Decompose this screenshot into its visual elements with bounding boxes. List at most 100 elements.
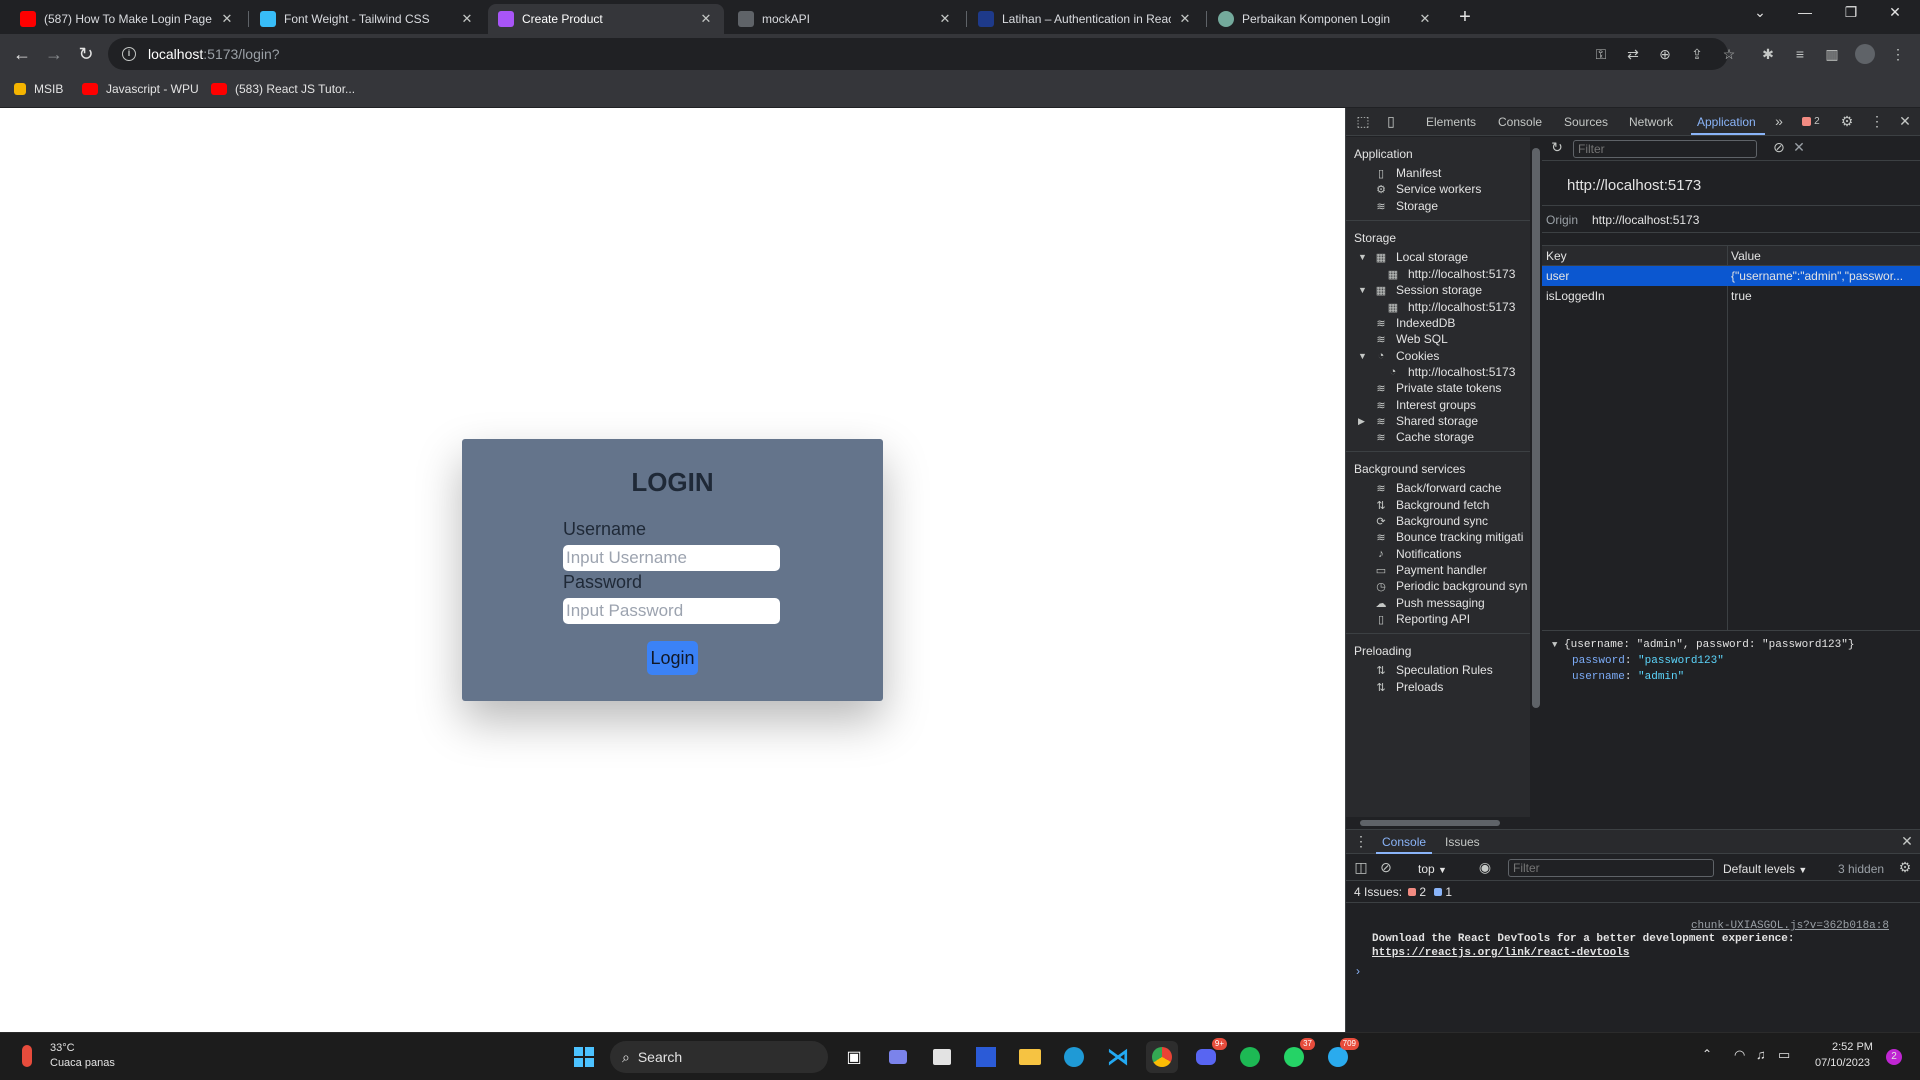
clock-time[interactable]: 2:52 PM	[1832, 1041, 1873, 1053]
close-devtools-icon[interactable]: ✕	[1896, 113, 1914, 130]
sidebar-item-websql[interactable]: ≋ Web SQL	[1374, 332, 1447, 346]
tab-console[interactable]: Console	[1498, 115, 1542, 129]
sidebar-item-session-storage-origin[interactable]: ▦ http://localhost:5173	[1386, 300, 1516, 314]
telegram-icon[interactable]: 709	[1322, 1038, 1359, 1073]
table-row[interactable]: isLoggedIn true	[1542, 286, 1920, 306]
weather-temp[interactable]: 33°C	[50, 1042, 75, 1054]
expand-arrow-icon[interactable]: ▼	[1358, 351, 1367, 361]
sidebar-item-storage[interactable]: ≋ Storage	[1374, 199, 1438, 213]
volume-icon[interactable]: ♫	[1756, 1047, 1766, 1062]
media-icon[interactable]: ≡	[1790, 44, 1810, 64]
sidebar-item-background-fetch[interactable]: ⇅ Background fetch	[1374, 498, 1489, 512]
column-header-value[interactable]: Value	[1731, 249, 1761, 263]
tab-perbaikan[interactable]: Perbaikan Komponen Login ✕	[1208, 4, 1443, 34]
tab-youtube-login[interactable]: (587) How To Make Login Page ✕	[10, 4, 245, 34]
sidebar-item-interest-groups[interactable]: ≋ Interest groups	[1374, 398, 1476, 412]
sidebar-item-push-messaging[interactable]: ☁ Push messaging	[1374, 596, 1485, 610]
collapsed-arrow-icon[interactable]: ▶	[1358, 416, 1365, 427]
tab-search-icon[interactable]: ⌄	[1745, 4, 1775, 21]
extensions-icon[interactable]: ✱	[1758, 44, 1778, 64]
avatar[interactable]	[1855, 44, 1875, 64]
settings-gear-icon[interactable]: ⚙	[1838, 113, 1856, 130]
sidebar-item-local-storage[interactable]: ▼ ▦ Local storage	[1358, 250, 1468, 264]
sidebar-item-preloads[interactable]: ⇅ Preloads	[1374, 680, 1443, 694]
issues-bar[interactable]: 4 Issues: 2 1	[1346, 881, 1920, 903]
notification-count[interactable]: 2	[1886, 1049, 1902, 1065]
close-icon[interactable]: ✕	[1417, 11, 1433, 27]
teams-icon[interactable]	[882, 1041, 914, 1073]
console-settings-icon[interactable]: ⚙	[1896, 859, 1914, 876]
preview-object[interactable]: ▼ {username: "admin", password: "passwor…	[1552, 639, 1854, 651]
whatsapp-icon[interactable]: 37	[1278, 1038, 1315, 1073]
console-prompt-icon[interactable]: ›	[1356, 964, 1360, 978]
sidebar-item-service-workers[interactable]: ⚙ Service workers	[1374, 182, 1481, 196]
sidebar-item-notifications[interactable]: ♪ Notifications	[1374, 547, 1461, 561]
reload-icon[interactable]: ↻	[74, 42, 98, 66]
spotify-icon[interactable]	[1234, 1041, 1266, 1073]
drawer-tab-issues[interactable]: Issues	[1445, 835, 1480, 849]
expand-arrow-icon[interactable]: ▼	[1552, 640, 1557, 650]
error-badge[interactable]: 2	[1798, 116, 1824, 127]
sidebar-horizontal-thumb[interactable]	[1360, 820, 1500, 826]
store-icon[interactable]	[926, 1041, 958, 1073]
tab-elements[interactable]: Elements	[1426, 115, 1476, 129]
sidebar-item-manifest[interactable]: ▯ Manifest	[1374, 166, 1441, 180]
react-devtools-link[interactable]: https://reactjs.org/link/react-devtools	[1372, 947, 1629, 959]
close-drawer-icon[interactable]: ✕	[1898, 833, 1916, 850]
taskbar-search[interactable]: ⌕ Search	[610, 1041, 828, 1073]
share-icon[interactable]: ⇪	[1687, 44, 1707, 64]
close-icon[interactable]: ✕	[1177, 11, 1193, 27]
sidebar-item-back-forward-cache[interactable]: ≋ Back/forward cache	[1374, 481, 1501, 495]
more-tabs-icon[interactable]: »	[1770, 113, 1788, 129]
console-filter-input[interactable]	[1508, 859, 1714, 877]
log-levels-dropdown[interactable]: Default levels ▼	[1723, 862, 1807, 876]
password-input[interactable]	[563, 598, 780, 624]
expand-arrow-icon[interactable]: ▼	[1358, 285, 1367, 295]
clear-console-icon[interactable]: ⊘	[1377, 859, 1395, 876]
tab-tailwind[interactable]: Font Weight - Tailwind CSS ✕	[250, 4, 485, 34]
refresh-icon[interactable]: ↻	[1548, 139, 1566, 156]
battery-icon[interactable]: ▭	[1778, 1047, 1790, 1063]
sidebar-item-cookies-origin[interactable]: ◔ http://localhost:5173	[1386, 365, 1516, 379]
tab-sources[interactable]: Sources	[1564, 115, 1608, 129]
bookmark-star-icon[interactable]: ☆	[1719, 44, 1739, 64]
inspect-element-icon[interactable]: ⬚	[1354, 113, 1372, 130]
close-window-icon[interactable]: ✕	[1880, 4, 1910, 21]
sidebar-item-payment-handler[interactable]: ▭ Payment handler	[1374, 563, 1487, 577]
discord-icon[interactable]: 9+	[1190, 1038, 1227, 1073]
expand-arrow-icon[interactable]: ▼	[1358, 252, 1367, 262]
drawer-menu-icon[interactable]: ⋮	[1352, 833, 1370, 850]
tab-latihan[interactable]: Latihan – Authentication in Reac ✕	[968, 4, 1203, 34]
tab-application[interactable]: Application	[1697, 115, 1756, 129]
app-icon[interactable]	[970, 1041, 1002, 1073]
bookmark-javascript-wpu[interactable]: Javascript - WPU	[82, 82, 199, 96]
bookmark-react-tutorial[interactable]: (583) React JS Tutor...	[211, 82, 355, 96]
sidebar-item-cache-storage[interactable]: ≋ Cache storage	[1374, 430, 1474, 444]
new-tab-button[interactable]: +	[1453, 6, 1477, 29]
task-view-icon[interactable]: ▣	[838, 1041, 870, 1073]
table-row[interactable]: user {"username":"admin","passwor...	[1542, 266, 1920, 286]
sidebar-item-local-storage-origin[interactable]: ▦ http://localhost:5173	[1386, 267, 1516, 281]
sidebar-item-periodic-background-sync[interactable]: ◷ Periodic background syn	[1374, 579, 1527, 593]
eye-icon[interactable]: ◉	[1476, 859, 1494, 876]
chrome-icon[interactable]	[1146, 1041, 1178, 1073]
clock-date[interactable]: 07/10/2023	[1815, 1057, 1870, 1069]
sidebar-item-session-storage[interactable]: ▼ ▦ Session storage	[1358, 283, 1482, 297]
wifi-icon[interactable]: ◠	[1734, 1047, 1745, 1063]
column-header-key[interactable]: Key	[1546, 249, 1567, 263]
edge-icon[interactable]	[1058, 1041, 1090, 1073]
file-explorer-icon[interactable]	[1014, 1041, 1046, 1073]
sidebar-item-speculation-rules[interactable]: ⇅ Speculation Rules	[1374, 663, 1492, 677]
context-selector[interactable]: top ▼	[1418, 862, 1447, 876]
close-icon[interactable]: ✕	[698, 11, 714, 27]
sidebar-scroll-thumb[interactable]	[1532, 148, 1540, 708]
maximize-icon[interactable]: ❐	[1836, 4, 1866, 21]
chevron-up-icon[interactable]: ⌃	[1702, 1047, 1712, 1061]
close-icon[interactable]: ✕	[937, 11, 953, 27]
clear-all-icon[interactable]: ⊘	[1770, 139, 1788, 156]
sidebar-item-shared-storage[interactable]: ▶ ≋ Shared storage	[1358, 414, 1478, 428]
sidebar-item-bounce-tracking[interactable]: ≋ Bounce tracking mitigati	[1374, 530, 1523, 544]
vscode-icon[interactable]: ⋊	[1102, 1041, 1134, 1073]
close-icon[interactable]: ✕	[459, 11, 475, 27]
minimize-icon[interactable]: —	[1790, 4, 1820, 20]
